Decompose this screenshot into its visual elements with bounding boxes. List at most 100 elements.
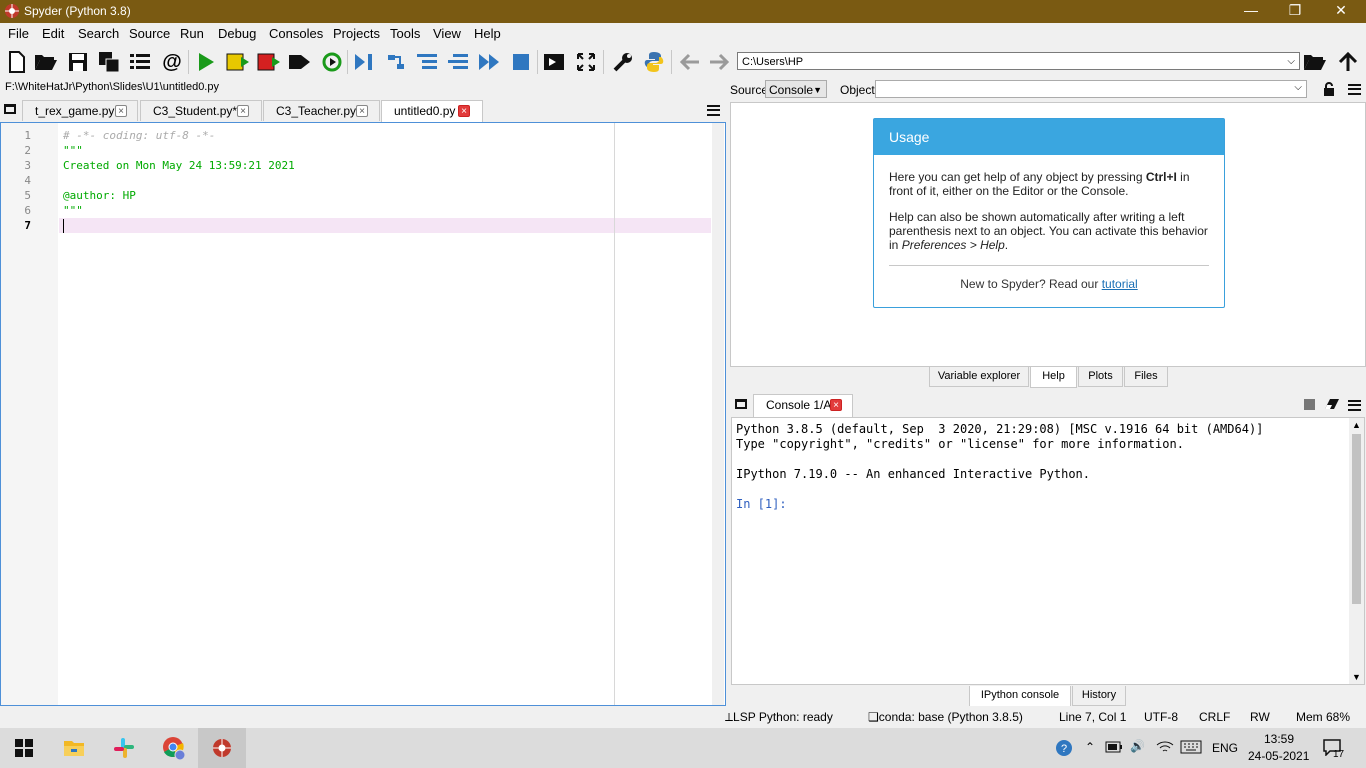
file-explorer-icon[interactable] — [50, 728, 98, 768]
preferences-wrench-icon[interactable] — [610, 49, 636, 75]
cube-icon: ❑ — [868, 710, 879, 724]
menu-view[interactable]: View — [433, 26, 461, 41]
save-all-icon[interactable] — [96, 49, 122, 75]
editor-scrollbar[interactable] — [712, 123, 724, 705]
menu-projects[interactable]: Projects — [333, 26, 380, 41]
scroll-up-icon[interactable]: ▲ — [1352, 420, 1361, 430]
slack-icon[interactable] — [100, 728, 148, 768]
close-tab-icon[interactable]: × — [115, 105, 127, 117]
battery-icon[interactable] — [1105, 741, 1123, 756]
menu-run[interactable]: Run — [180, 26, 204, 41]
tab-label: t_rex_game.py — [35, 104, 115, 118]
help-tray-icon[interactable]: ? — [1055, 739, 1075, 760]
tab-console-1a[interactable]: Console 1/A × — [753, 394, 853, 417]
lock-icon[interactable] — [1323, 82, 1335, 99]
help-options-menu-icon[interactable] — [1348, 84, 1361, 95]
close-button[interactable]: ✕ — [1318, 0, 1364, 23]
menu-consoles[interactable]: Consoles — [269, 26, 323, 41]
open-file-icon[interactable] — [33, 49, 59, 75]
tab-t-rex-game[interactable]: t_rex_game.py × — [22, 100, 138, 121]
close-tab-icon[interactable]: × — [356, 105, 368, 117]
eraser-icon[interactable] — [1324, 398, 1340, 413]
new-file-icon[interactable] — [4, 49, 30, 75]
close-tab-icon[interactable]: × — [237, 105, 249, 117]
menu-debug[interactable]: Debug — [218, 26, 256, 41]
forward-arrow-icon[interactable] — [706, 49, 732, 75]
spyder-taskbar-icon[interactable] — [198, 728, 246, 768]
back-arrow-icon[interactable] — [677, 49, 703, 75]
stop-console-icon[interactable] — [1304, 399, 1315, 410]
menu-tools[interactable]: Tools — [390, 26, 420, 41]
rerun-icon[interactable] — [319, 49, 345, 75]
list-icon[interactable] — [127, 49, 153, 75]
line-endings: CRLF — [1199, 710, 1231, 724]
step-return-icon[interactable] — [445, 49, 471, 75]
step-into-icon[interactable] — [414, 49, 440, 75]
clock-date[interactable]: 24-05-2021 — [1248, 749, 1309, 763]
continue-icon[interactable] — [476, 49, 502, 75]
menu-help[interactable]: Help — [474, 26, 501, 41]
console-tab-bar: Console 1/A × — [730, 393, 1366, 417]
speaker-icon[interactable]: 🔊 — [1130, 739, 1145, 753]
working-directory-input[interactable]: C:\Users\HP ⌵ — [737, 52, 1300, 70]
windows-start-icon[interactable] — [0, 728, 48, 768]
fullscreen-icon[interactable] — [573, 49, 599, 75]
wifi-icon[interactable] — [1156, 740, 1174, 757]
tab-plots[interactable]: Plots — [1078, 367, 1123, 387]
clock-time[interactable]: 13:59 — [1264, 732, 1294, 746]
tab-c3-student[interactable]: C3_Student.py* × — [140, 100, 262, 121]
ipython-console[interactable]: Python 3.8.5 (default, Sep 3 2020, 21:29… — [731, 417, 1365, 685]
save-icon[interactable] — [65, 49, 91, 75]
close-tab-icon[interactable]: × — [458, 105, 470, 117]
console-line: Type "copyright", "credits" or "license"… — [736, 437, 1184, 451]
line-number-current: 7 — [24, 219, 31, 232]
tab-untitled0[interactable]: untitled0.py × — [381, 100, 483, 123]
tab-c3-teacher[interactable]: C3_Teacher.py × — [263, 100, 380, 121]
console-options-menu-icon[interactable] — [1348, 400, 1361, 411]
browse-tabs-icon[interactable] — [4, 104, 16, 114]
language-indicator[interactable]: ENG — [1212, 741, 1238, 755]
step-icon[interactable] — [383, 49, 409, 75]
run-cell-icon[interactable] — [225, 49, 251, 75]
tab-ipython-console[interactable]: IPython console — [969, 686, 1071, 707]
tutorial-link[interactable]: tutorial — [1102, 277, 1138, 291]
editor-options-menu-icon[interactable] — [707, 105, 720, 116]
run-cell-advance-icon[interactable] — [256, 49, 282, 75]
maximize-pane-icon[interactable] — [541, 49, 567, 75]
minimize-button[interactable]: — — [1228, 0, 1274, 23]
code-line: """ — [63, 144, 83, 157]
menu-edit[interactable]: Edit — [42, 26, 64, 41]
chevron-down-icon[interactable]: ⌵ — [1287, 53, 1295, 71]
python-path-icon[interactable] — [641, 49, 667, 75]
chrome-icon[interactable] — [150, 728, 198, 768]
keyboard-icon[interactable] — [1180, 740, 1202, 757]
lsp-status: ⟂LSP Python: ready — [725, 710, 833, 724]
tab-help[interactable]: Help — [1030, 367, 1077, 388]
chevron-down-icon[interactable]: ⌵ — [1294, 82, 1302, 93]
close-tab-icon[interactable]: × — [830, 399, 842, 411]
stop-icon[interactable] — [508, 49, 534, 75]
tab-variable-explorer[interactable]: Variable explorer — [929, 367, 1029, 387]
restore-button[interactable]: ❐ — [1272, 0, 1318, 23]
debug-icon[interactable] — [351, 49, 377, 75]
tab-label: C3_Teacher.py — [276, 104, 357, 118]
menu-file[interactable]: File — [8, 26, 29, 41]
email-at-icon[interactable]: @ — [159, 49, 185, 75]
scroll-down-icon[interactable]: ▼ — [1352, 672, 1361, 682]
console-scrollbar[interactable]: ▲ ▼ — [1349, 418, 1364, 684]
run-icon[interactable] — [193, 49, 219, 75]
code-editor[interactable]: 1 2 3 4 5 6 7 # -*- coding: utf-8 -*- ""… — [0, 122, 726, 706]
menu-source[interactable]: Source — [129, 26, 170, 41]
source-select[interactable]: Console ▼ — [765, 80, 827, 98]
object-input[interactable]: ⌵ — [875, 80, 1307, 98]
tab-history[interactable]: History — [1072, 686, 1126, 706]
browse-tabs-icon[interactable] — [735, 399, 747, 409]
run-selection-icon[interactable] — [287, 49, 313, 75]
browse-folder-icon[interactable] — [1302, 49, 1328, 75]
tab-files[interactable]: Files — [1124, 367, 1168, 387]
scroll-thumb[interactable] — [1352, 434, 1361, 604]
chevron-up-icon[interactable]: ⌃ — [1085, 740, 1095, 754]
menu-search[interactable]: Search — [78, 26, 119, 41]
parent-directory-arrow-icon[interactable] — [1335, 49, 1361, 75]
status-bar: ⟂LSP Python: ready ❑conda: base (Python … — [0, 706, 1366, 728]
